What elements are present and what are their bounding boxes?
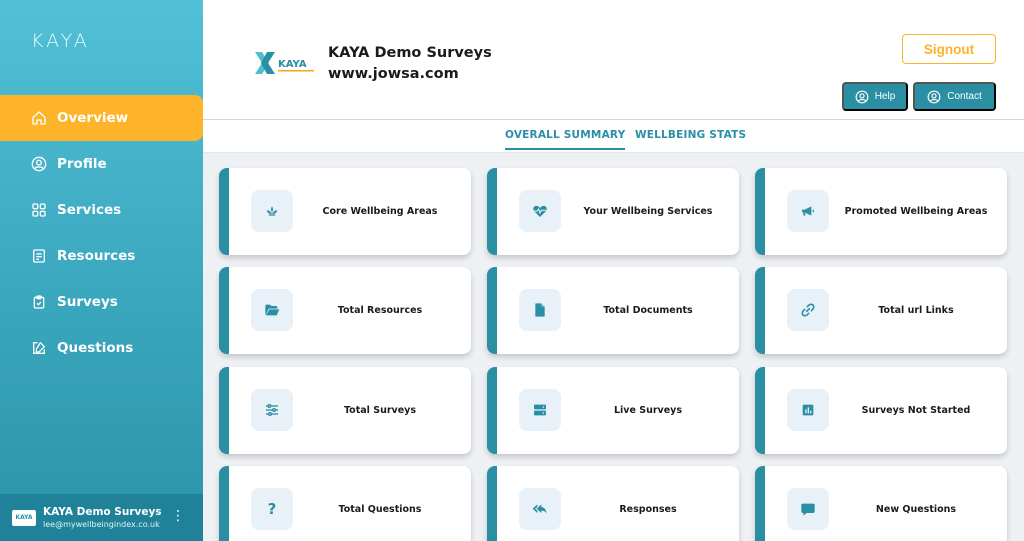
help-button[interactable]: Help <box>842 82 908 111</box>
card-total-questions[interactable]: ? Total Questions <box>219 466 471 541</box>
card-label: Total Documents <box>603 305 693 316</box>
kaya-logo-text: KAYA <box>278 59 307 70</box>
sidebar-item-questions[interactable]: Questions <box>0 325 203 371</box>
sidebar-item-surveys[interactable]: Surveys <box>0 279 203 325</box>
card-label: Live Surveys <box>613 405 683 416</box>
sidebar-item-profile[interactable]: Profile <box>0 141 203 187</box>
card-label: Total Surveys <box>343 405 417 416</box>
user-circle-icon <box>31 156 47 172</box>
sidebar-item-services[interactable]: Services <box>0 187 203 233</box>
home-icon <box>31 110 47 126</box>
card-label: Total Resources <box>337 305 423 316</box>
card-label: Your Wellbeing Services <box>583 206 713 217</box>
card-live-surveys[interactable]: Live Surveys <box>487 367 739 454</box>
sidebar-item-label: Resources <box>57 248 136 264</box>
sidebar: KAYA Overview Profile Services Resources <box>0 0 203 541</box>
card-responses[interactable]: Responses <box>487 466 739 541</box>
sidebar-item-label: Overview <box>57 110 129 126</box>
sidebar-item-label: Surveys <box>57 294 118 310</box>
sidebar-item-label: Services <box>57 202 122 218</box>
sidebar-item-label: Questions <box>57 340 134 356</box>
edit-icon <box>31 340 47 356</box>
user-circle-icon <box>927 90 941 104</box>
card-label: Promoted Wellbeing Areas <box>844 206 988 217</box>
file-icon <box>519 289 561 331</box>
reply-all-icon <box>519 488 561 530</box>
card-label: New Questions <box>875 504 957 515</box>
signout-button[interactable]: Signout <box>902 34 996 64</box>
folder-open-icon <box>251 289 293 331</box>
card-label: Total Questions <box>338 504 422 515</box>
tab-wellbeing-stats[interactable]: WELLBEING STATS <box>635 129 746 141</box>
card-surveys-not-started[interactable]: Surveys Not Started <box>755 367 1007 454</box>
card-promoted-wellbeing-areas[interactable]: Promoted Wellbeing Areas <box>755 168 1007 255</box>
card-label: Core Wellbeing Areas <box>322 206 438 217</box>
server-icon <box>519 389 561 431</box>
card-total-resources[interactable]: Total Resources <box>219 267 471 354</box>
page-header: KAYA KAYA Demo Surveys www.jowsa.com Sig… <box>203 0 1024 120</box>
account-name: KAYA Demo Surveys <box>43 506 162 518</box>
card-core-wellbeing-areas[interactable]: Core Wellbeing Areas <box>219 168 471 255</box>
account-email: lee@mywellbeingindex.co.uk <box>43 520 160 529</box>
sidebar-brand-logo: KAYA <box>31 30 90 52</box>
account-logo: KAYA <box>12 509 36 526</box>
user-circle-icon <box>855 90 869 104</box>
sidebar-item-resources[interactable]: Resources <box>0 233 203 279</box>
card-label: Total url Links <box>878 305 954 316</box>
grid-icon <box>31 202 47 218</box>
document-icon <box>31 248 47 264</box>
contact-button[interactable]: Contact <box>913 82 996 111</box>
lotus-icon <box>251 190 293 232</box>
clipboard-icon <box>31 294 47 310</box>
card-total-surveys[interactable]: Total Surveys <box>219 367 471 454</box>
heartbeat-icon <box>519 190 561 232</box>
summary-tabs: OVERALL SUMMARY WELLBEING STATS <box>203 121 1024 153</box>
tab-overall-summary[interactable]: OVERALL SUMMARY <box>505 129 626 150</box>
more-vertical-icon[interactable]: ⋮ <box>171 509 185 523</box>
card-total-documents[interactable]: Total Documents <box>487 267 739 354</box>
card-label: Surveys Not Started <box>861 405 971 416</box>
page-url: www.jowsa.com <box>328 66 459 82</box>
overview-cards: Core Wellbeing Areas Your Wellbeing Serv… <box>203 153 1024 541</box>
card-total-url-links[interactable]: Total url Links <box>755 267 1007 354</box>
question-icon: ? <box>251 488 293 530</box>
account-text: KAYA Demo Surveys lee@mywellbeingindex.c… <box>43 506 162 529</box>
help-button-label: Help <box>874 91 896 102</box>
comment-icon <box>787 488 829 530</box>
sidebar-nav: Overview Profile Services Resources Surv… <box>0 95 203 371</box>
sidebar-item-overview[interactable]: Overview <box>0 95 203 141</box>
page-title: KAYA Demo Surveys <box>328 45 492 61</box>
link-icon <box>787 289 829 331</box>
megaphone-icon <box>787 190 829 232</box>
contact-button-label: Contact <box>947 91 982 102</box>
bar-chart-icon <box>787 389 829 431</box>
card-your-wellbeing-services[interactable]: Your Wellbeing Services <box>487 168 739 255</box>
sidebar-item-label: Profile <box>57 156 107 172</box>
question-glyph: ? <box>267 500 277 518</box>
card-label: Responses <box>619 504 677 515</box>
sliders-icon <box>251 389 293 431</box>
kaya-logo: KAYA <box>255 52 314 74</box>
sidebar-footer-account: KAYA KAYA Demo Surveys lee@mywellbeingin… <box>0 494 203 541</box>
card-new-questions[interactable]: New Questions <box>755 466 1007 541</box>
